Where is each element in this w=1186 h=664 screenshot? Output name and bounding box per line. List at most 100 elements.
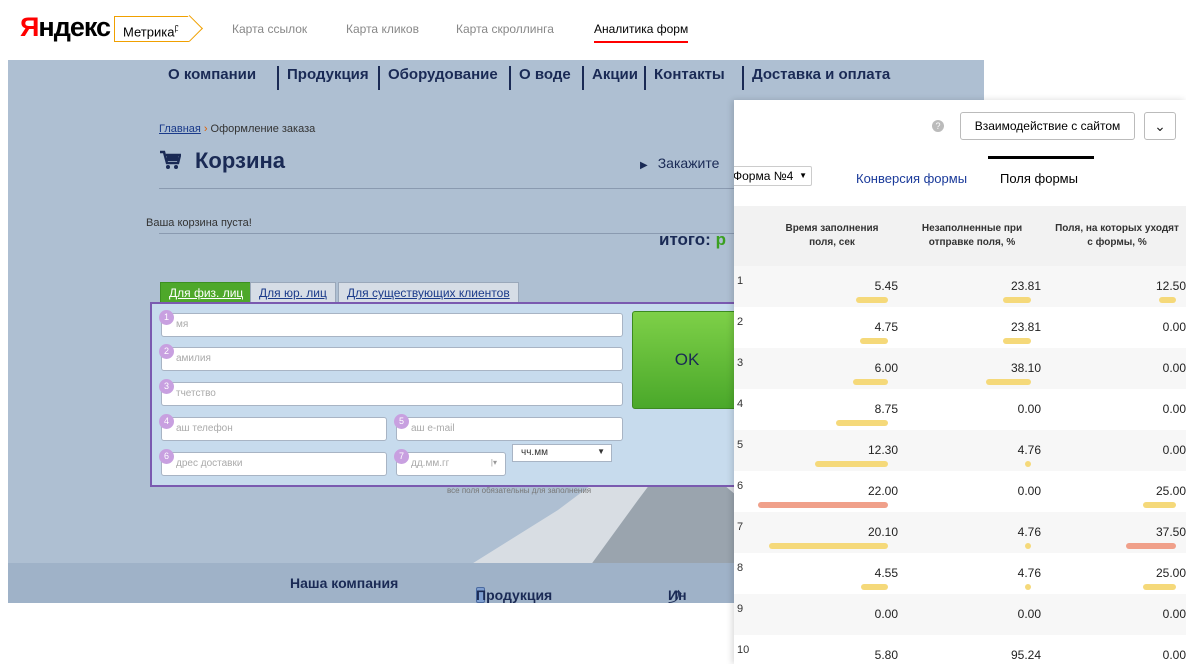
cell-value-exit: 37.50: [1155, 525, 1186, 539]
value-bar-unfilled: [1025, 461, 1031, 467]
cell-value-exit: 0.00: [1162, 443, 1186, 457]
date-field[interactable]: 7 дд.мм.гг |▾: [394, 449, 506, 476]
total-label: итого: р: [659, 230, 726, 250]
row-number: 4: [737, 398, 744, 410]
value-bar-time: [769, 543, 888, 549]
value-bar-exit: [1142, 502, 1176, 508]
table-row[interactable]: 9 0.00 0.00 0.00: [734, 594, 1186, 635]
value-bar-time: [855, 297, 888, 303]
tab-existing-clients[interactable]: Для существующих клиентов: [338, 282, 519, 304]
tab-individuals[interactable]: Для физ. лиц: [160, 282, 253, 304]
site-nav-about[interactable]: О компании: [168, 66, 256, 83]
site-nav-water[interactable]: О воде: [519, 66, 571, 83]
cell-value-unfilled: 38.10: [1010, 361, 1041, 375]
value-bar-time: [861, 584, 888, 590]
footer-link-company[interactable]: Наша компания: [290, 575, 398, 591]
tab-form-fields[interactable]: Поля формы: [1000, 171, 1078, 186]
value-bar-unfilled: [1003, 338, 1031, 344]
field-number-badge: 5: [394, 414, 409, 429]
breadcrumb-home-link[interactable]: Главная: [159, 123, 201, 135]
table-row[interactable]: 1 5.45 23.81 12.50: [734, 266, 1186, 307]
field-placeholder: тчетство: [176, 388, 216, 399]
address-field[interactable]: 6 дрес доставки: [159, 449, 387, 476]
cell-value-time: 6.00: [874, 361, 898, 375]
link-map-scrolling[interactable]: Карта скроллинга: [456, 22, 554, 36]
row-number: 3: [737, 357, 744, 369]
surname-field[interactable]: 2 амилия: [159, 344, 623, 371]
field-number-badge: 7: [394, 449, 409, 464]
cell-value-exit: 25.00: [1155, 566, 1186, 580]
form-select[interactable]: Форма №4 ▼: [734, 166, 812, 186]
value-bar-time: [815, 461, 888, 467]
table-row[interactable]: 8 4.55 4.76 25.00: [734, 553, 1186, 594]
chevron-down-icon[interactable]: ⌄: [1144, 112, 1176, 140]
divider: [159, 188, 739, 189]
order-link[interactable]: ▶ Закажите: [640, 155, 719, 171]
link-form-analytics[interactable]: Аналитика форм: [594, 22, 689, 43]
site-nav-contacts[interactable]: Контакты: [654, 66, 725, 83]
value-bar-exit: [1159, 297, 1176, 303]
field-placeholder: амилия: [176, 353, 211, 364]
submit-ok-button[interactable]: OK: [632, 311, 742, 409]
value-bar-unfilled: [1003, 297, 1031, 303]
tab-form-conversion[interactable]: Конверсия формы: [856, 171, 967, 186]
table-row[interactable]: 7 20.10 4.76 37.50: [734, 512, 1186, 553]
empty-cart-text: Ваша корзина пуста!: [146, 217, 252, 229]
cell-value-exit: 12.50: [1155, 279, 1186, 293]
cell-value-exit: 0.00: [1162, 361, 1186, 375]
time-select-value: чч.мм: [521, 447, 548, 458]
patronymic-field[interactable]: 3 тчетство: [159, 379, 623, 406]
cell-value-unfilled: 0.00: [1017, 607, 1041, 621]
row-number: 9: [737, 603, 744, 615]
field-number-badge: 1: [159, 310, 174, 325]
link-map-clicks[interactable]: Карта кликов: [346, 22, 419, 36]
field-placeholder: мя: [176, 319, 189, 330]
yandex-logo[interactable]: Яндекс: [20, 12, 111, 43]
help-icon[interactable]: ?: [932, 120, 944, 132]
active-indicator: [988, 156, 1094, 159]
site-nav-products[interactable]: Продукция: [287, 66, 369, 83]
link-map-links[interactable]: Карта ссылок: [232, 22, 307, 36]
site-nav-promo[interactable]: Акции: [592, 66, 638, 83]
top-bar: Яндекс Метрикаβ Карта ссылок Карта клико…: [0, 0, 1186, 58]
chevron-down-icon: ▼: [799, 171, 807, 180]
value-bar-exit: [1142, 584, 1176, 590]
column-header-unfilled: Незаполненные при отправке поля, %: [921, 223, 1023, 248]
value-bar-exit: [1126, 543, 1176, 549]
table-row[interactable]: 10 5.80 95.24 0.00: [734, 635, 1186, 664]
field-number-badge: 3: [159, 379, 174, 394]
tab-legal-entities[interactable]: Для юр. лиц: [250, 282, 336, 304]
required-note: все поля обязательны для заполнения: [447, 486, 592, 495]
site-nav-delivery[interactable]: Доставка и оплата: [752, 66, 890, 83]
cell-value-time: 8.75: [874, 402, 898, 416]
metrika-label: Метрика: [123, 24, 175, 40]
phone-field[interactable]: 4 аш телефон: [159, 414, 387, 441]
email-field[interactable]: 5 аш e-mail: [394, 414, 623, 441]
order-form: 1 мя 2 амилия 3 тчетство 4 аш телефон 5 аш e-…: [150, 302, 750, 495]
row-number: 8: [737, 562, 744, 574]
table-row[interactable]: 5 12.30 4.76 0.00: [734, 430, 1186, 471]
cell-value-exit: 0.00: [1162, 320, 1186, 334]
row-number: 7: [737, 521, 744, 533]
table-row[interactable]: 3 6.00 38.10 0.00: [734, 348, 1186, 389]
form-select-value: Форма №4: [734, 169, 794, 183]
site-nav-equipment[interactable]: Оборудование: [388, 66, 498, 83]
cell-value-exit: 0.00: [1162, 648, 1186, 662]
page-title-text: Корзина: [195, 148, 285, 173]
time-select[interactable]: чч.мм ▼: [512, 444, 612, 462]
table-row[interactable]: 2 4.75 23.81 0.00: [734, 307, 1186, 348]
cell-value-time: 0.00: [874, 607, 898, 621]
form-analytics-panel: ? Взаимодействие с сайтом ⌄ Форма №4 ▼ Ко…: [734, 100, 1186, 664]
value-bar-time: [758, 502, 888, 508]
table-row[interactable]: 4 8.75 0.00 0.00: [734, 389, 1186, 430]
metrika-button[interactable]: Метрикаβ: [114, 16, 190, 42]
row-number: 2: [737, 316, 744, 328]
table-row[interactable]: 6 22.00 0.00 25.00: [734, 471, 1186, 512]
row-number: 1: [737, 275, 744, 287]
name-field[interactable]: 1 мя: [159, 310, 623, 337]
divider: [159, 233, 739, 234]
order-link-text: Закажите: [657, 155, 720, 171]
cell-value-exit: 0.00: [1162, 607, 1186, 621]
mode-dropdown[interactable]: Взаимодействие с сайтом: [960, 112, 1135, 140]
footer-link-products-text: Продукция: [476, 587, 553, 603]
